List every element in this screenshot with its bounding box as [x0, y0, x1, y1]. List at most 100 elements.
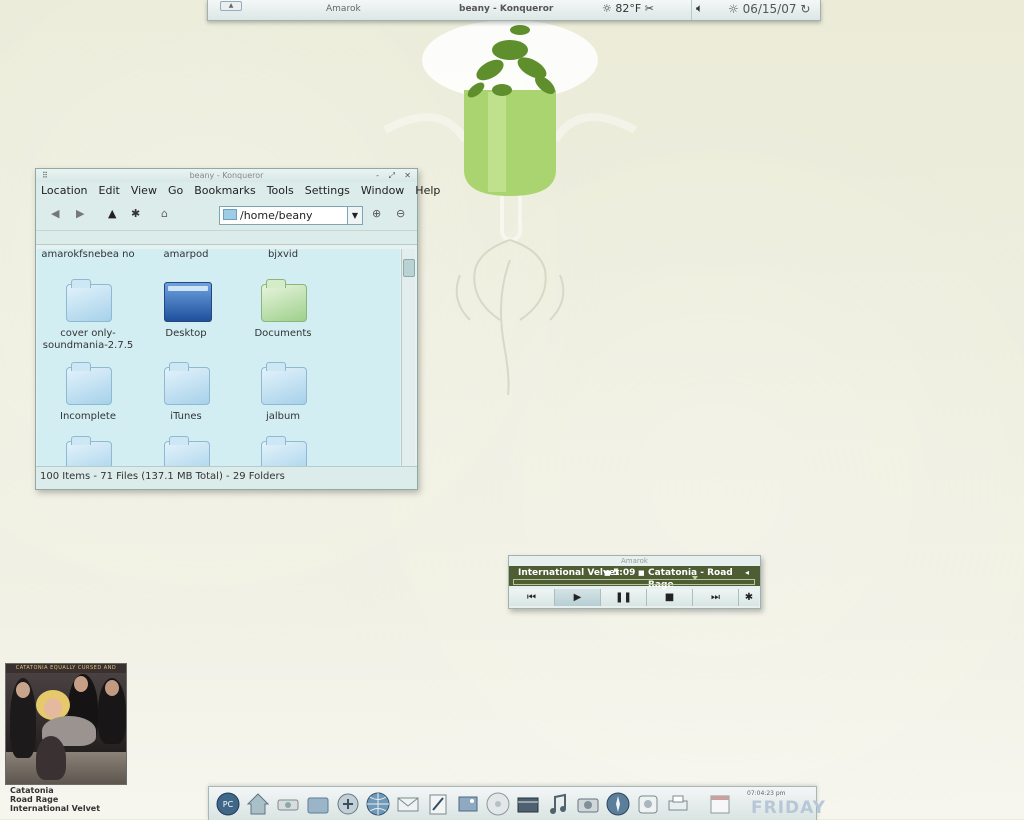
menu-bookmarks[interactable]: Bookmarks [194, 182, 255, 200]
location-input[interactable]: /home/beany ▼ [219, 206, 363, 225]
file-item[interactable]: Desktop [138, 278, 234, 340]
compass-icon[interactable] [605, 791, 631, 817]
progress-bar[interactable] [513, 579, 755, 585]
video-icon[interactable] [515, 791, 541, 817]
messenger-icon[interactable] [635, 791, 661, 817]
folder-icon [162, 361, 210, 405]
settings-icon: ✂ [644, 2, 654, 15]
editor-icon[interactable] [425, 791, 451, 817]
vertical-scrollbar[interactable] [401, 249, 415, 466]
calendar-icon[interactable] [707, 791, 733, 817]
window-menu-icon[interactable]: ⠿ [42, 169, 48, 182]
location-dropdown-button[interactable]: ▼ [347, 206, 363, 225]
reload-icon[interactable]: ✱ [131, 207, 140, 220]
zoom-in-icon[interactable]: ⊕ [372, 207, 381, 220]
file-item[interactable] [235, 435, 331, 466]
taskbar-item-konqueror[interactable]: beany - Konqueror [459, 4, 553, 14]
gear-icon[interactable]: ✱ [739, 589, 759, 606]
zoom-out-icon[interactable]: ⊖ [396, 207, 405, 220]
camera-icon[interactable] [575, 791, 601, 817]
menubar: Location Edit View Go Bookmarks Tools Se… [36, 182, 440, 200]
file-label: iTunes [170, 411, 202, 422]
album-cover[interactable]: CATATONIA EQUALLY CURSED AND BLESSED [5, 663, 127, 785]
file-item[interactable]: amarpod [138, 249, 234, 261]
forward-icon[interactable]: ▶ [76, 207, 84, 220]
play-button[interactable]: ▶ [555, 589, 601, 606]
file-item[interactable] [40, 435, 136, 466]
album-track: Road Rage [10, 795, 59, 804]
weather-applet[interactable]: ☼ 82°F ✂ [602, 2, 654, 15]
file-item[interactable]: Incomplete [40, 361, 136, 423]
top-panel: ▲ Amarok beany - Konqueror ☼ 82°F ✂ 🔈︎ ☼… [207, 0, 821, 21]
file-label: Incomplete [60, 411, 116, 422]
up-icon[interactable]: ▲ [108, 207, 116, 220]
volume-icon[interactable]: 🔈︎ [696, 1, 703, 16]
now-playing-bar: International Velvet ■ 5:09 ■ Catatonia … [509, 566, 760, 590]
menu-edit[interactable]: Edit [99, 182, 120, 200]
back-icon[interactable]: ◀ [51, 207, 59, 220]
music-icon[interactable] [545, 791, 571, 817]
album-caption: Catatonia Road Rage International Velvet [10, 786, 100, 813]
menu-tools[interactable]: Tools [267, 182, 294, 200]
menu-help[interactable]: Help [415, 182, 440, 200]
amarok-widget: Amarok International Velvet ■ 5:09 ■ Cat… [508, 555, 761, 609]
computer-icon[interactable]: PC [215, 791, 241, 817]
window-titlebar[interactable]: ⠿ beany - Konqueror - ⤢ ✕ [36, 169, 417, 182]
photos-icon[interactable] [455, 791, 481, 817]
next-button[interactable]: ⏭︎ [693, 589, 739, 606]
sun-icon: ☼ [602, 2, 612, 15]
menu-settings[interactable]: Settings [305, 182, 350, 200]
menu-view[interactable]: View [131, 182, 157, 200]
dock-day: FRIDAY [751, 798, 826, 818]
previous-button[interactable]: ⏮︎ [509, 589, 555, 606]
menu-location[interactable]: Location [41, 182, 88, 200]
taskbar-item-amarok[interactable]: Amarok [326, 4, 361, 14]
file-label: jalbum [265, 411, 301, 422]
folder-icon[interactable] [305, 791, 331, 817]
progress-knob[interactable] [692, 576, 698, 580]
software-icon[interactable] [335, 791, 361, 817]
volume-icon[interactable]: ◂ [745, 567, 749, 579]
minimize-icon[interactable]: - [376, 169, 379, 182]
stop-button[interactable]: ■ [647, 589, 693, 606]
album-name: International Velvet [10, 804, 101, 813]
close-icon[interactable]: ✕ [404, 169, 411, 182]
desktop-folder-icon [162, 278, 212, 322]
file-label: Documents [254, 328, 312, 339]
dock-panel: PC 07:04:23 pm FRIDAY [208, 786, 825, 820]
maximize-icon[interactable]: ⤢ [389, 169, 395, 182]
svg-text:PC: PC [223, 800, 234, 809]
pause-button[interactable]: ❚❚ [601, 589, 647, 606]
location-value: /home/beany [240, 209, 313, 222]
status-text: 100 Items - 71 Files (137.1 MB Total) - … [40, 471, 285, 482]
panel-hide-button[interactable]: ▲ [220, 1, 242, 11]
toolbar: ◀ ▶ ▲ ✱ ⌂ /home/beany ▼ ⊕ ⊖ [36, 200, 417, 231]
menu-go[interactable]: Go [168, 182, 183, 200]
file-item[interactable]: bjxvid [235, 249, 331, 261]
secondary-toolbar [36, 231, 417, 245]
playback-controls: ⏮︎ ▶ ❚❚ ■ ⏭︎ ✱ [509, 589, 760, 608]
file-item[interactable]: amarokfsnebea no [40, 249, 136, 261]
scrollbar-thumb[interactable] [403, 259, 415, 277]
file-item[interactable]: cover only-soundmania-2.7.5 [40, 278, 136, 352]
clock-icon: ☼ [728, 2, 739, 16]
file-item[interactable]: jalbum [235, 361, 331, 423]
home-icon[interactable]: ⌂ [161, 207, 168, 220]
file-view[interactable]: amarokfsnebea no amarpod bjxvid cover on… [37, 249, 400, 466]
browser-icon[interactable] [365, 791, 391, 817]
printer-icon[interactable] [665, 791, 691, 817]
mail-icon[interactable] [395, 791, 421, 817]
file-item[interactable] [138, 435, 234, 466]
home-icon[interactable] [245, 791, 271, 817]
network-icon[interactable] [275, 791, 301, 817]
file-label: amarokfsnebea no [41, 249, 135, 260]
file-label: amarpod [163, 249, 209, 260]
file-item[interactable]: Documents [235, 278, 331, 340]
file-item[interactable]: iTunes [138, 361, 234, 423]
refresh-icon: ↻ [800, 2, 811, 16]
clock-applet[interactable]: ☼ 06/15/07 ↻ [728, 2, 810, 16]
wallpaper-vase-ornament [383, 20, 637, 396]
cd-icon[interactable] [485, 791, 511, 817]
dock-time: 07:04:23 pm [747, 790, 786, 797]
menu-window[interactable]: Window [361, 182, 404, 200]
